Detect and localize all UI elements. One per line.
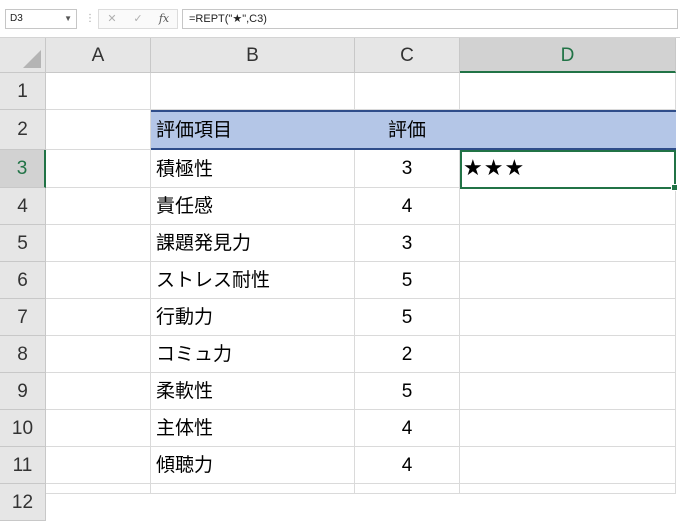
table-row-stars[interactable] [460, 373, 676, 410]
cell-c1[interactable] [355, 73, 460, 110]
cell-a12[interactable] [46, 484, 151, 494]
row-header-9[interactable]: 9 [0, 373, 46, 410]
table-row-stars[interactable] [460, 410, 676, 447]
table-row-item[interactable]: 柔軟性 [151, 373, 355, 410]
cancel-icon[interactable]: ✕ [101, 9, 123, 29]
table-row-stars[interactable] [460, 299, 676, 336]
row-header-6[interactable]: 6 [0, 262, 46, 299]
formula-bar: D3 ▼ ⋮ ✕ ✓ fx =REPT("★",C3) [0, 0, 680, 38]
table-header-rating[interactable]: 評価 [355, 110, 460, 150]
table-row-rating[interactable]: 4 [355, 410, 460, 447]
cell-a5[interactable] [46, 225, 151, 262]
table-row-rating[interactable]: 3 [355, 225, 460, 262]
table-row-rating[interactable]: 4 [355, 188, 460, 225]
table-row-item[interactable]: 主体性 [151, 410, 355, 447]
cell-b12[interactable] [151, 484, 355, 494]
table-row-item[interactable]: 積極性 [151, 150, 355, 188]
row-header-7[interactable]: 7 [0, 299, 46, 336]
row-header-3[interactable]: 3 [0, 150, 46, 188]
table-header-item[interactable]: 評価項目 [151, 110, 355, 150]
table-row-stars[interactable]: ★★★ [460, 150, 676, 188]
select-all-button[interactable] [0, 38, 46, 73]
insert-function-icon[interactable]: fx [153, 9, 175, 29]
cell-b1[interactable] [151, 73, 355, 110]
table-row-stars[interactable] [460, 225, 676, 262]
row-header-5[interactable]: 5 [0, 225, 46, 262]
chevron-down-icon[interactable]: ▼ [64, 10, 72, 28]
table-row-stars[interactable] [460, 336, 676, 373]
cell-a9[interactable] [46, 373, 151, 410]
column-header-d[interactable]: D [460, 38, 676, 73]
name-box-value: D3 [10, 13, 23, 24]
cell-a6[interactable] [46, 262, 151, 299]
table-row-rating[interactable]: 4 [355, 447, 460, 484]
column-header-c[interactable]: C [355, 38, 460, 73]
select-all-triangle-icon [23, 50, 41, 68]
table-row-item[interactable]: 行動力 [151, 299, 355, 336]
table-row-rating[interactable]: 5 [355, 373, 460, 410]
table-row-item[interactable]: 課題発見力 [151, 225, 355, 262]
cell-a1[interactable] [46, 73, 151, 110]
table-row-stars[interactable] [460, 447, 676, 484]
row-header-10[interactable]: 10 [0, 410, 46, 447]
row-header-12[interactable]: 12 [0, 484, 46, 521]
more-options-icon[interactable]: ⋮ [85, 11, 95, 27]
cell-d1[interactable] [460, 73, 676, 110]
row-header-2[interactable]: 2 [0, 110, 46, 150]
table-header-stars[interactable] [460, 110, 676, 150]
enter-icon[interactable]: ✓ [127, 9, 149, 29]
formula-input[interactable]: =REPT("★",C3) [182, 9, 678, 29]
table-row-rating[interactable]: 2 [355, 336, 460, 373]
column-header-a[interactable]: A [46, 38, 151, 73]
cell-a8[interactable] [46, 336, 151, 373]
table-row-stars[interactable] [460, 262, 676, 299]
table-row-item[interactable]: 責任感 [151, 188, 355, 225]
row-header-4[interactable]: 4 [0, 188, 46, 225]
row-header-1[interactable]: 1 [0, 73, 46, 110]
table-top-border [151, 110, 676, 112]
cell-c12[interactable] [355, 484, 460, 494]
cell-d12[interactable] [460, 484, 676, 494]
table-row-item[interactable]: コミュ力 [151, 336, 355, 373]
table-row-item[interactable]: 傾聴力 [151, 447, 355, 484]
table-row-rating[interactable]: 3 [355, 150, 460, 188]
cell-a7[interactable] [46, 299, 151, 336]
column-header-b[interactable]: B [151, 38, 355, 73]
cell-a2[interactable] [46, 110, 151, 150]
row-header-8[interactable]: 8 [0, 336, 46, 373]
row-header-11[interactable]: 11 [0, 447, 46, 484]
table-row-item[interactable]: ストレス耐性 [151, 262, 355, 299]
formula-tools: ✕ ✓ fx [98, 9, 178, 29]
name-box[interactable]: D3 ▼ [5, 9, 77, 29]
table-row-rating[interactable]: 5 [355, 299, 460, 336]
cell-a4[interactable] [46, 188, 151, 225]
cell-a10[interactable] [46, 410, 151, 447]
table-row-stars[interactable] [460, 188, 676, 225]
cell-a11[interactable] [46, 447, 151, 484]
table-row-rating[interactable]: 5 [355, 262, 460, 299]
cell-a3[interactable] [46, 150, 151, 188]
fill-handle[interactable] [671, 184, 678, 191]
